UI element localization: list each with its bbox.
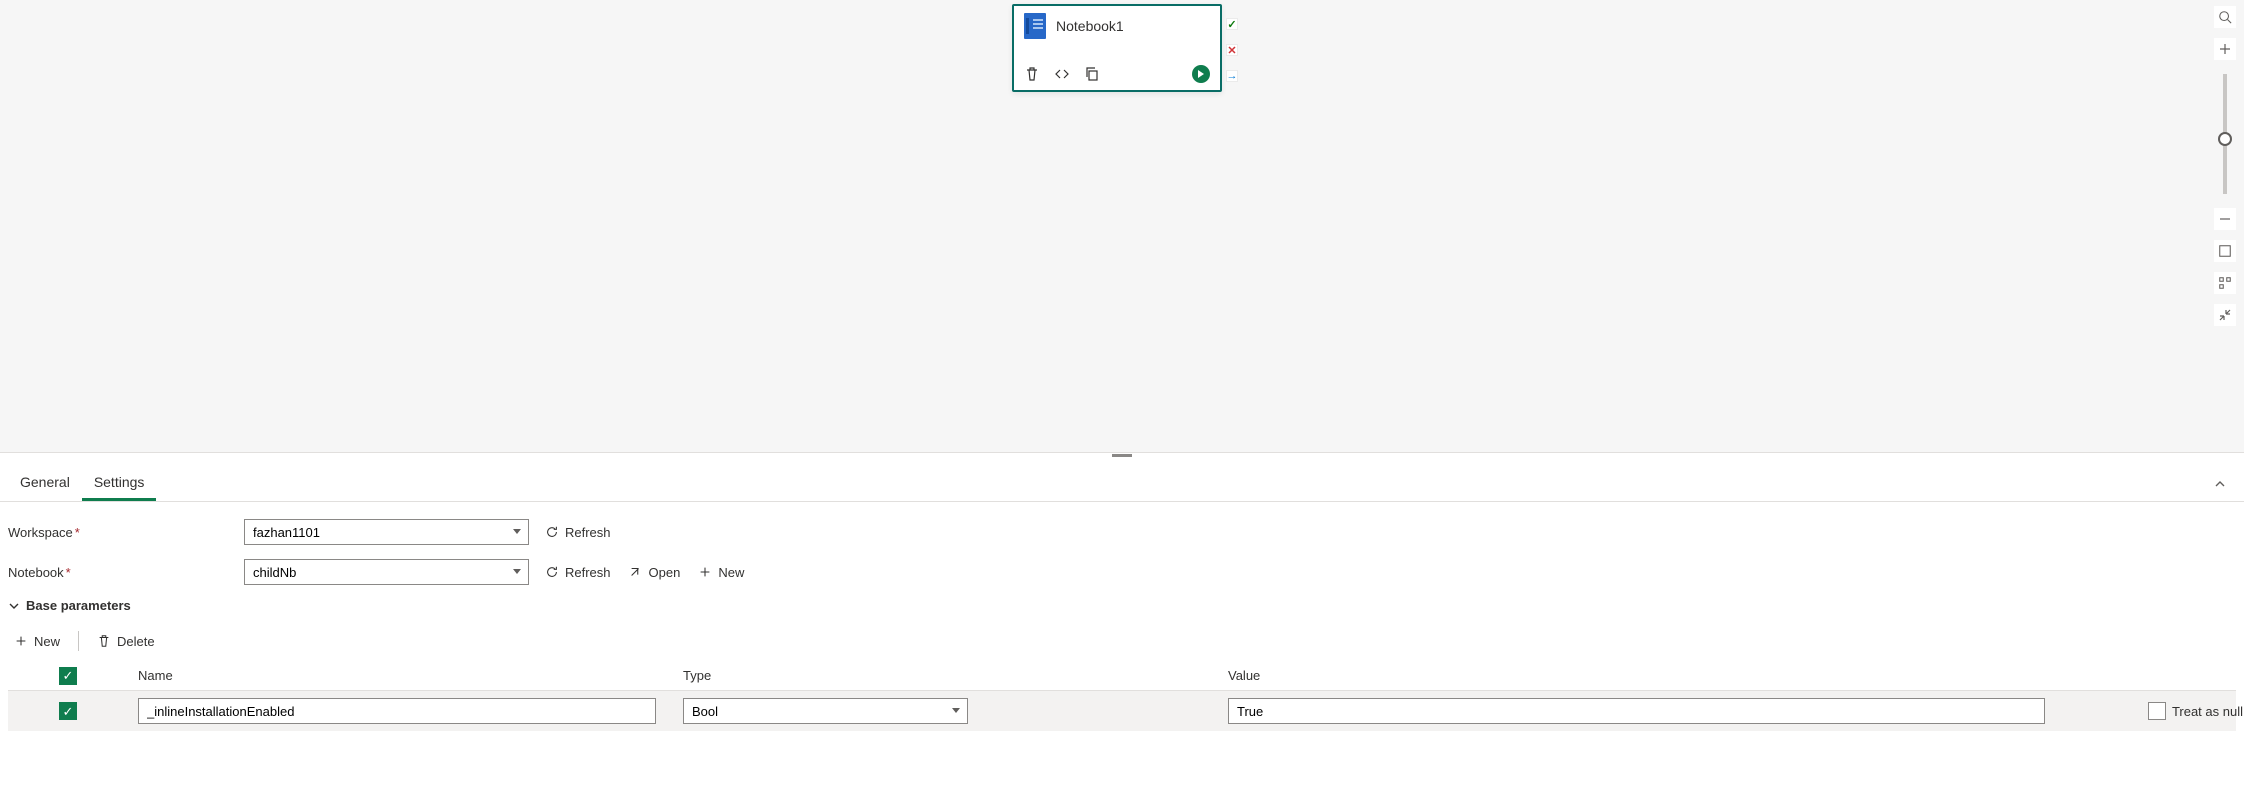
notebook-icon [1024,13,1046,39]
zoom-in-icon[interactable] [2214,38,2236,60]
canvas-tool-rail [2212,6,2238,326]
new-parameter-button[interactable]: New [14,634,60,649]
base-parameters-header[interactable]: Base parameters [8,598,2236,613]
pipeline-canvas[interactable]: Notebook1 ✓ ✕ → [0,0,2244,452]
refresh-workspace-button[interactable]: Refresh [545,525,611,540]
zoom-slider[interactable] [2223,74,2227,194]
col-value: Value [1228,668,2088,683]
toolbar-separator [78,631,79,651]
layout-icon[interactable] [2214,272,2236,294]
notebook-label: Notebook* [8,565,244,580]
new-notebook-button[interactable]: New [698,565,744,580]
copy-icon[interactable] [1084,66,1100,82]
col-name: Name [138,668,683,683]
pane-resize-grip[interactable] [0,452,2244,457]
treat-as-null-label: Treat as null [2172,704,2243,719]
workspace-select[interactable] [244,519,529,545]
notebook-activity-node[interactable]: Notebook1 [1012,4,1222,92]
tab-settings[interactable]: Settings [82,464,157,501]
settings-form: Workspace* Refresh Notebook* Refresh [8,512,2236,731]
treat-as-null-checkbox[interactable] [2148,702,2166,720]
refresh-notebook-button[interactable]: Refresh [545,565,611,580]
row-checkbox[interactable] [59,702,77,720]
param-name-input[interactable] [138,698,656,724]
collapse-canvas-icon[interactable] [2214,304,2236,326]
delete-parameter-button[interactable]: Delete [97,634,155,649]
select-all-checkbox[interactable] [59,667,77,685]
search-icon[interactable] [2214,6,2236,28]
status-fail-marker[interactable]: ✕ [1226,44,1238,56]
fit-icon[interactable] [2214,240,2236,262]
status-skip-marker[interactable]: → [1226,70,1238,82]
detail-tabs: General Settings [0,460,2244,502]
status-success-marker[interactable]: ✓ [1226,18,1238,30]
workspace-label: Workspace* [8,525,244,540]
node-title: Notebook1 [1056,18,1124,34]
notebook-select[interactable] [244,559,529,585]
tab-general[interactable]: General [8,464,82,501]
zoom-out-icon[interactable] [2214,208,2236,230]
parameter-grid-header: Name Type Value [8,661,2236,691]
code-icon[interactable] [1054,66,1070,82]
param-type-select[interactable] [683,698,968,724]
param-value-input[interactable] [1228,698,2045,724]
run-button[interactable] [1192,65,1210,83]
col-type: Type [683,668,1228,683]
collapse-panel-icon[interactable] [2204,470,2236,501]
open-notebook-button[interactable]: Open [629,565,681,580]
delete-icon[interactable] [1024,66,1040,82]
parameter-row: Treat as null [8,691,2236,731]
